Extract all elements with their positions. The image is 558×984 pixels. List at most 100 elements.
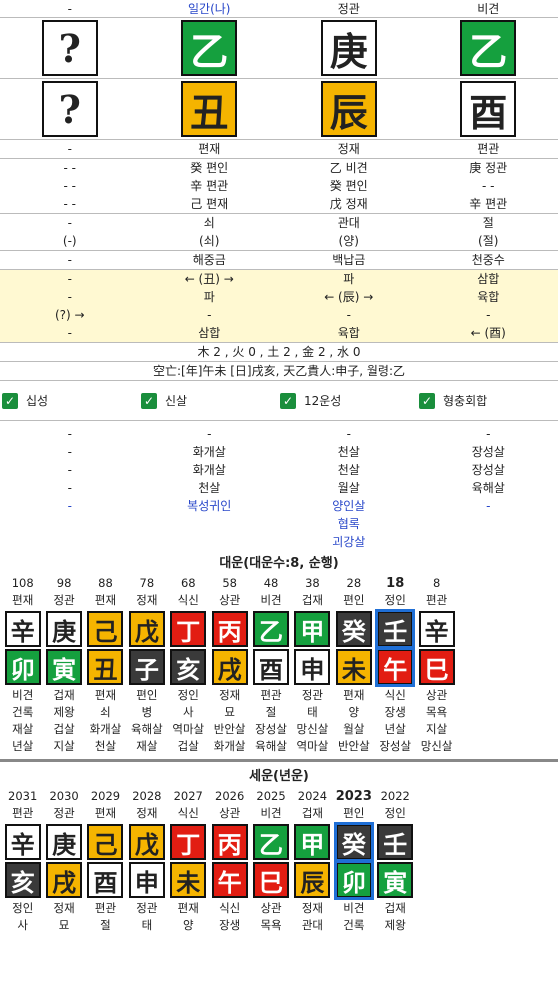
seun-branch[interactable]: 巳 [253, 862, 290, 898]
seun-branch[interactable]: 申 [128, 862, 165, 898]
napeum: - 해중금 백납금 천중수 [0, 251, 558, 269]
branche-char[interactable]: 辰 [320, 81, 377, 137]
seun-stem[interactable]: 癸 [333, 822, 374, 862]
twelve-stage-cell: 관대 [337, 216, 360, 230]
daeun-branch[interactable]: 巳 [418, 649, 455, 685]
stems-cell: 乙 [140, 18, 280, 78]
daeun-column[interactable]: 58 상관 丙戌 정재 묘 반안살 화개살 [209, 575, 250, 755]
daeun-stem[interactable]: 壬 [375, 609, 416, 649]
seun-branch[interactable]: 未 [170, 862, 207, 898]
seun-column[interactable]: 2030 정관 庚戌 정재 묘 [43, 788, 84, 934]
sinsal: 협록 [0, 515, 558, 533]
seun-column[interactable]: 2023 편인 癸卯 비견 건록 [333, 788, 374, 934]
daeun-branch[interactable]: 寅 [46, 649, 83, 685]
seun-stem[interactable]: 乙 [253, 824, 290, 860]
check-icon[interactable]: ✓ [2, 392, 18, 409]
seun-stem[interactable]: 甲 [294, 824, 331, 860]
daeun-column[interactable]: 38 겁재 甲申 정관 태 망신살 역마살 [292, 575, 333, 755]
daeun-column[interactable]: 48 비견 乙酉 편관 절 장성살 육해살 [250, 575, 291, 755]
daeun-detail: 월살 [343, 722, 365, 736]
daeun-stem[interactable]: 丙 [211, 611, 248, 647]
daeun-tengod: 편재 [94, 593, 117, 607]
branches-cell: ? [0, 79, 140, 139]
daeun-branch[interactable]: 酉 [253, 649, 290, 685]
seun-stem[interactable]: 丙 [211, 824, 248, 860]
check-icon[interactable]: ✓ [419, 392, 435, 409]
daeun-branch[interactable]: 申 [294, 649, 331, 685]
seun-column[interactable]: 2028 정재 戊申 정관 태 [126, 788, 167, 934]
daeun-branch[interactable]: 子 [128, 649, 165, 685]
daeun-branch[interactable]: 丑 [87, 649, 124, 685]
check-icon[interactable]: ✓ [280, 392, 296, 409]
daeun-detail: 쇠 [100, 705, 111, 719]
daeun-column[interactable]: 98 정관 庚寅 겁재 제왕 겁살 지살 [43, 575, 84, 755]
sinsal-cell: 천살 [337, 463, 360, 477]
daeun-stem[interactable]: 己 [87, 611, 124, 647]
seun-branch[interactable]: 辰 [294, 862, 331, 898]
daeun-stem[interactable]: 辛 [418, 611, 455, 647]
stem-char[interactable]: 乙 [181, 20, 238, 76]
daeun-column[interactable]: 78 정재 戊子 편인 병 육해살 재살 [126, 575, 167, 755]
checkbox-label: 12운성 [304, 394, 342, 408]
seun-column[interactable]: 2029 편재 己酉 편관 절 [85, 788, 126, 934]
sinsal-cell: 천살 [198, 481, 221, 495]
seun-branch[interactable]: 亥 [4, 862, 41, 898]
checkbox-0[interactable]: ✓ 십성 [2, 392, 141, 409]
branche-char[interactable]: 酉 [460, 81, 517, 137]
seun-stem[interactable]: 戊 [128, 824, 165, 860]
daeun-stem[interactable]: 癸 [335, 611, 372, 647]
check-icon[interactable]: ✓ [141, 392, 157, 409]
daeun-detail: 화개살 [89, 722, 122, 736]
checkbox-1[interactable]: ✓ 신살 [141, 392, 280, 409]
seun-stem[interactable]: 己 [87, 824, 124, 860]
daeun-branch[interactable]: 卯 [4, 649, 41, 685]
daeun-column[interactable]: 88 편재 己丑 편재 쇠 화개살 천살 [85, 575, 126, 755]
daeun-column[interactable]: 8 편관 辛巳 상관 목욕 지살 망신살 [416, 575, 457, 755]
branch-tengod-cell: 정재 [337, 142, 360, 156]
seun-stem[interactable]: 庚 [46, 824, 83, 860]
seun-branch[interactable]: 午 [211, 862, 248, 898]
daeun-branch[interactable]: 亥 [170, 649, 207, 685]
daeun-stem[interactable]: 丁 [170, 611, 207, 647]
daeun-column[interactable]: 28 편인 癸未 편재 양 월살 반안살 [333, 575, 374, 755]
checkbox-3[interactable]: ✓ 형충회합 [419, 392, 558, 409]
seun-detail: 제왕 [384, 918, 406, 932]
daeun-stem[interactable]: 辛 [4, 611, 41, 647]
daeun-branch[interactable]: 戌 [211, 649, 248, 685]
seun-column[interactable]: 2024 겁재 甲辰 정재 관대 [292, 788, 333, 934]
daeun-stem[interactable]: 庚 [46, 611, 83, 647]
stem-char[interactable]: ? [41, 20, 98, 76]
seun-branch[interactable]: 卯 [333, 860, 374, 900]
seun-branch[interactable]: 酉 [87, 862, 124, 898]
seun-stem[interactable]: 壬 [377, 824, 414, 860]
seun-branch[interactable]: 寅 [377, 862, 414, 898]
daeun-stem[interactable]: 戊 [128, 611, 165, 647]
stem-char[interactable]: 乙 [460, 20, 517, 76]
sinsal: - 화개살 천살 장성살 [0, 461, 558, 479]
sinsal-cell [0, 515, 140, 533]
hidden-stem-cell: 辛 편관 [190, 179, 229, 193]
seun-column[interactable]: 2025 비견 乙巳 상관 목욕 [250, 788, 291, 934]
hidden-stem-cell: 庚 정관 [469, 161, 508, 175]
daeun-branch[interactable]: 午 [375, 647, 416, 687]
seun-detail: 태 [141, 918, 153, 932]
seun-stem[interactable]: 辛 [4, 824, 41, 860]
seun-column[interactable]: 2031 편관 辛亥 정인 사 [2, 788, 43, 934]
branche-char[interactable]: ? [41, 81, 98, 137]
daeun-stem[interactable]: 甲 [294, 611, 331, 647]
seun-stem[interactable]: 丁 [170, 824, 207, 860]
seun-column[interactable]: 2026 상관 丙午 식신 장생 [209, 788, 250, 934]
daeun-detail: 반안살 [213, 722, 246, 736]
daeun-stem[interactable]: 乙 [253, 611, 290, 647]
checkbox-2[interactable]: ✓ 12운성 [280, 392, 419, 409]
seun-column[interactable]: 2027 식신 丁未 편재 양 [168, 788, 209, 934]
daeun-column[interactable]: 18 정인 壬午 식신 장생 년살 장성살 [375, 575, 416, 755]
daeun-column[interactable]: 68 식신 丁亥 정인 사 역마살 겁살 [168, 575, 209, 755]
seun-branch[interactable]: 戌 [46, 862, 83, 898]
daeun-age: 108 [11, 576, 34, 590]
seun-column[interactable]: 2022 정인 壬寅 겁재 제왕 [375, 788, 416, 934]
daeun-column[interactable]: 108 편재 辛卯 비견 건록 재살 년살 [2, 575, 43, 755]
stem-char[interactable]: 庚 [320, 20, 377, 76]
branche-char[interactable]: 丑 [181, 81, 238, 137]
daeun-branch[interactable]: 未 [335, 649, 372, 685]
